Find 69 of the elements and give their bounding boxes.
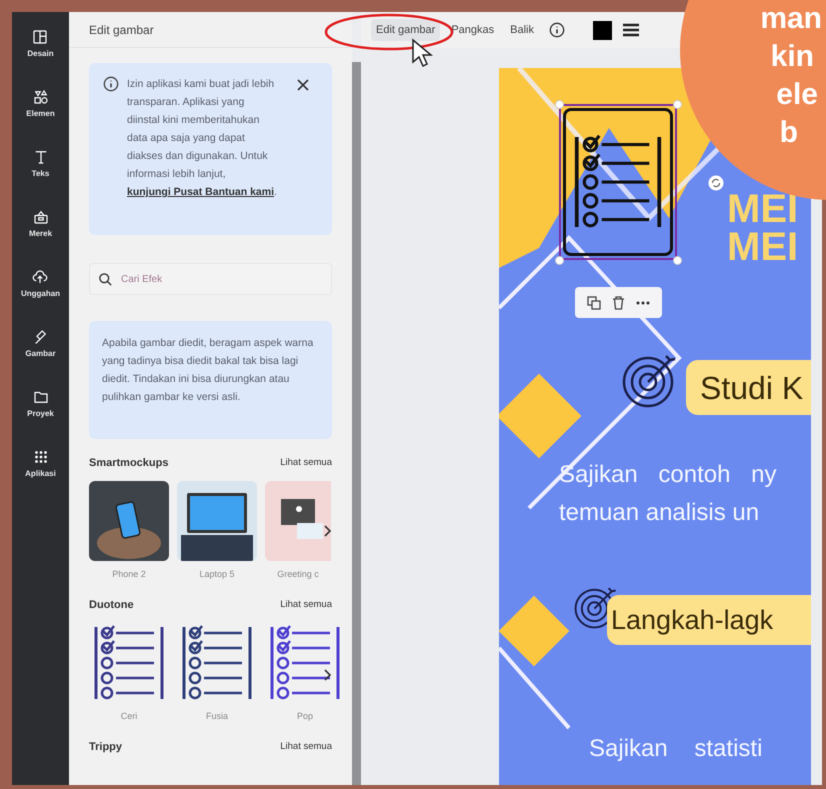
- rail-item[interactable]: Gambar: [25, 326, 56, 361]
- target-icon: [622, 352, 678, 408]
- see-all-link[interactable]: Lihat semua: [280, 740, 332, 754]
- rail-item[interactable]: Proyek: [27, 386, 54, 421]
- rail-label: Teks: [32, 168, 50, 180]
- line-weight-icon[interactable]: [622, 23, 640, 37]
- poster-body-text: temuan analisis un: [559, 498, 760, 528]
- rail-label: Desain: [27, 48, 54, 60]
- trash-icon[interactable]: [612, 296, 625, 310]
- thumbnail-label: Phone 2: [112, 568, 146, 580]
- search-input[interactable]: Cari Efek: [121, 272, 321, 286]
- upload-icon: [31, 268, 50, 286]
- pill-text: Studi K: [700, 368, 804, 408]
- section-title: Smartmockups: [89, 456, 168, 471]
- rotate-icon[interactable]: [708, 175, 724, 191]
- poster-heading: MEI: [727, 228, 798, 266]
- rail-item[interactable]: Aplikasi: [25, 446, 56, 481]
- section-title: Trippy: [89, 740, 122, 755]
- duplicate-icon[interactable]: [586, 296, 601, 310]
- scrollbar[interactable]: [352, 62, 361, 785]
- rail-item[interactable]: Elemen: [26, 86, 55, 121]
- section-title: Duotone: [89, 598, 134, 613]
- info-icon[interactable]: [548, 22, 565, 38]
- poster-body-text: Sajikan contoh ny: [559, 460, 776, 490]
- rail-item[interactable]: Teks: [32, 146, 50, 181]
- notice-text: Izin aplikasi kami buat jadi lebih transparan. Aplikasi yang diinstal kini memberitahukan data apa saja yang dapat diakses dan digunakan. Untuk informasi lebih lanjut, kunjungi Pusat Bantuan kami.: [127, 77, 278, 200]
- overlay-text: kin: [770, 39, 814, 75]
- rail-label: Aplikasi: [25, 468, 56, 480]
- shapes-icon: [32, 88, 50, 106]
- help-center-link[interactable]: kunjungi Pusat Bantuan kami: [127, 186, 274, 198]
- toolbar-button[interactable]: Edit gambar: [371, 18, 440, 42]
- chevron-right-icon[interactable]: [324, 524, 332, 536]
- overlay-text: ele: [776, 77, 818, 113]
- chevron-right-icon[interactable]: [324, 668, 332, 680]
- thumbnail-label: Laptop 5: [199, 568, 235, 581]
- search-icon: [98, 272, 113, 286]
- rail-label: Gambar: [25, 348, 56, 360]
- toolbar-button[interactable]: Pangkas: [446, 18, 500, 42]
- rail-label: Unggahan: [20, 288, 60, 300]
- rail-label: Merek: [28, 228, 52, 240]
- poster-body-text: Sajikan statisti: [589, 734, 762, 764]
- toolbar-button[interactable]: Balik: [505, 18, 539, 42]
- rail-label: Elemen: [26, 108, 55, 120]
- info-text: Apabila gambar diedit, beragam aspek warna yang tadinya bisa diedit bakal tak bisa lagi diedit. Tindakan ini bisa diurungkan atau pulihkan gambar ke versi asli.: [102, 336, 314, 405]
- search-field[interactable]: Cari Efek: [89, 263, 332, 295]
- overlay-text: b: [780, 115, 798, 151]
- more-icon[interactable]: [636, 300, 650, 304]
- info-icon: [103, 76, 119, 92]
- overlay-text: man: [760, 1, 822, 37]
- color-swatch[interactable]: [592, 20, 612, 40]
- thumbnail-label: Pop: [296, 710, 313, 723]
- poster-heading: MEI: [727, 190, 798, 228]
- rail-label: Proyek: [27, 408, 54, 420]
- phone-mockup-photo[interactable]: [89, 480, 169, 560]
- see-all-link[interactable]: Lihat semua: [280, 598, 332, 612]
- thumbnail-label: Fusia: [206, 710, 228, 722]
- see-all-link[interactable]: Lihat semua: [280, 456, 332, 470]
- greeting-card-mockup-photo[interactable]: [265, 480, 331, 560]
- cursor-icon: [411, 38, 433, 68]
- thumbnail-label: Ceri: [120, 710, 138, 722]
- pill-text: Langkah-lagk: [611, 604, 774, 637]
- panel-title: Edit gambar: [89, 22, 154, 38]
- layout-icon: [31, 28, 50, 46]
- rail-item[interactable]: Unggahan: [20, 266, 60, 301]
- laptop-mockup-photo[interactable]: [177, 480, 257, 560]
- close-icon[interactable]: [297, 79, 309, 91]
- thumbnail-label: Greeting c: [277, 568, 319, 581]
- rail-item[interactable]: Desain: [27, 26, 54, 61]
- rail-item[interactable]: Merek: [28, 206, 52, 241]
